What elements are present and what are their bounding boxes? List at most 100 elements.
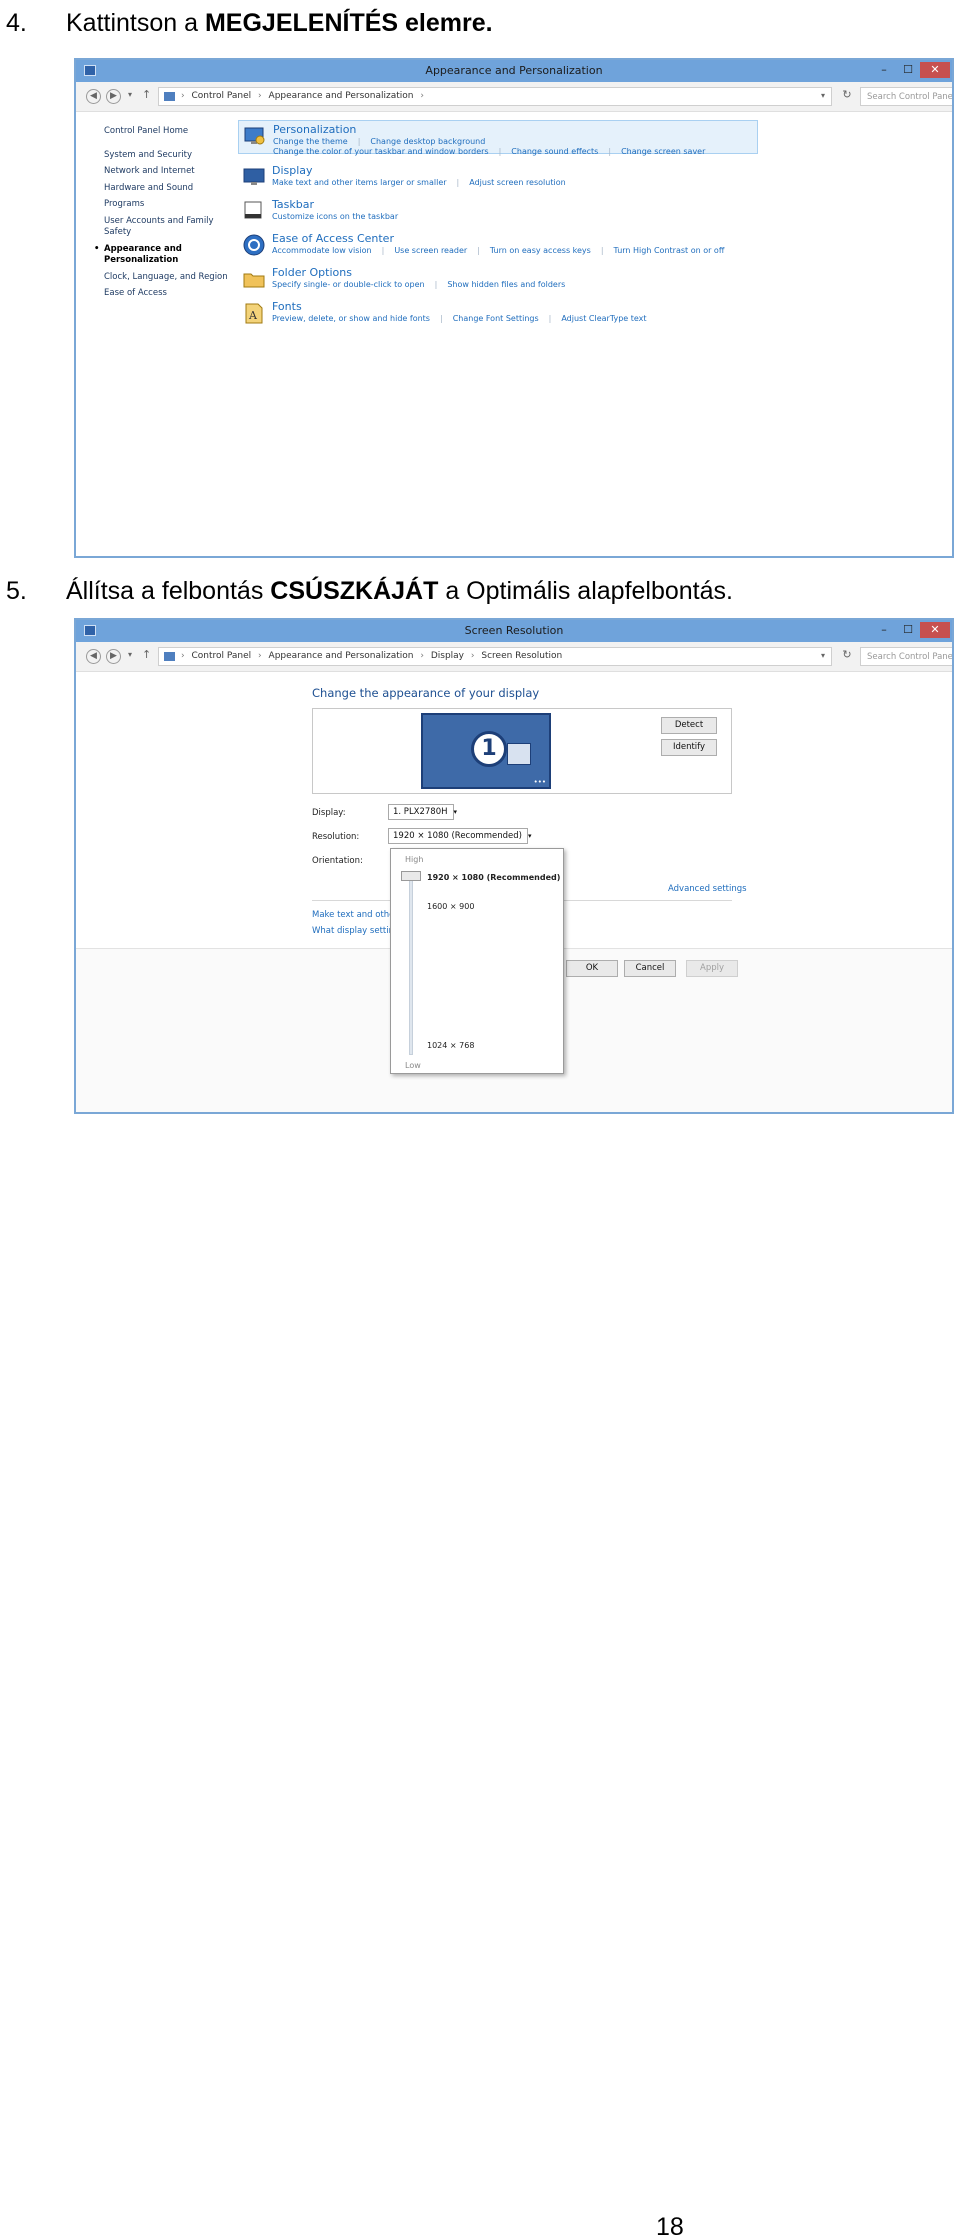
breadcrumb-item[interactable]: Appearance and Personalization xyxy=(269,91,414,101)
category-link[interactable]: Change the theme xyxy=(273,137,348,146)
address-bar: ◀ ▶ ▾ ↑ › Control Panel › Appearance and… xyxy=(76,642,952,672)
category-list: Personalization Change the theme | Change … xyxy=(238,120,758,332)
category-link[interactable]: Adjust ClearType text xyxy=(561,314,646,323)
category-link[interactable]: Show hidden files and folders xyxy=(447,280,565,289)
recent-pages-icon[interactable]: ▾ xyxy=(128,650,132,659)
keypad-icon xyxy=(507,743,531,765)
display-select[interactable]: 1. PLX2780H ▾ xyxy=(388,804,457,820)
display-settings-link[interactable]: What display setting xyxy=(312,926,399,936)
category-folder-options[interactable]: Folder Options Specify single- or double… xyxy=(238,264,758,298)
category-title[interactable]: Fonts xyxy=(272,300,302,313)
ease-of-access-icon xyxy=(243,234,265,256)
nav-control-panel-home[interactable]: Control Panel Home xyxy=(104,126,234,138)
close-button[interactable]: ✕ xyxy=(920,62,950,78)
category-link[interactable]: Specify single- or double-click to open xyxy=(272,280,425,289)
refresh-icon[interactable]: ↻ xyxy=(838,88,856,105)
forward-icon[interactable]: ▶ xyxy=(106,649,121,664)
category-title[interactable]: Folder Options xyxy=(272,266,352,279)
orientation-label: Orientation: xyxy=(312,856,363,866)
step-emphasis: MEGJELENÍTÉS elemre. xyxy=(204,9,493,37)
step-text: Állítsa a felbontás xyxy=(66,577,271,605)
category-link[interactable]: Change desktop background xyxy=(370,137,485,146)
forward-icon[interactable]: ▶ xyxy=(106,89,121,104)
slider-high-label: High xyxy=(405,855,424,864)
category-link[interactable]: Preview, delete, or show and hide fonts xyxy=(272,314,430,323)
breadcrumb[interactable]: › Control Panel › Appearance and Persona… xyxy=(158,647,832,666)
back-icon[interactable]: ◀ xyxy=(86,649,101,664)
category-personalization[interactable]: Personalization Change the theme | Change … xyxy=(238,120,758,156)
nav-programs[interactable]: Programs xyxy=(104,199,234,211)
nav-ease-of-access[interactable]: Ease of Access xyxy=(104,288,234,300)
breadcrumb-item[interactable]: Control Panel xyxy=(191,651,251,661)
category-title[interactable]: Display xyxy=(272,164,313,177)
nav-system-security[interactable]: System and Security xyxy=(104,150,234,162)
resolution-option[interactable]: 1600 × 900 xyxy=(427,902,474,911)
search-input[interactable]: Search Control Panel ⚲ xyxy=(860,87,952,106)
advanced-settings-link[interactable]: Advanced settings xyxy=(668,884,747,894)
resolution-select[interactable]: 1920 × 1080 (Recommended) ▾ xyxy=(388,828,531,844)
nav-clock-language-region[interactable]: Clock, Language, and Region xyxy=(104,272,234,284)
minimize-button[interactable]: – xyxy=(874,62,894,78)
up-icon[interactable]: ↑ xyxy=(142,88,151,101)
taskbar-icon xyxy=(244,201,262,219)
category-taskbar[interactable]: Taskbar Customize icons on the taskbar xyxy=(238,196,758,230)
step-4-instruction: 4. Kattintson a MEGJELENÍTÉS elemre. xyxy=(6,8,493,38)
ok-button[interactable]: OK xyxy=(566,960,618,977)
close-button[interactable]: ✕ xyxy=(920,622,950,638)
breadcrumb-item[interactable]: Screen Resolution xyxy=(481,651,562,661)
apply-button[interactable]: Apply xyxy=(686,960,738,977)
resolution-option[interactable]: 1920 × 1080 (Recommended) xyxy=(427,873,560,882)
breadcrumb-item[interactable]: Display xyxy=(431,651,464,661)
category-ease-of-access[interactable]: Ease of Access Center Accommodate low vi… xyxy=(238,230,758,264)
breadcrumb-item[interactable]: Control Panel xyxy=(191,91,251,101)
category-display[interactable]: Display Make text and other items larger… xyxy=(238,162,758,196)
recent-pages-icon[interactable]: ▾ xyxy=(128,90,132,99)
category-link[interactable]: Customize icons on the taskbar xyxy=(272,212,398,221)
title-bar: Screen Resolution – ☐ ✕ xyxy=(76,620,952,642)
text-size-link[interactable]: Make text and other xyxy=(312,910,398,920)
minimize-button[interactable]: – xyxy=(874,622,894,638)
category-link[interactable]: Change sound effects xyxy=(511,147,598,156)
back-icon[interactable]: ◀ xyxy=(86,89,101,104)
category-link[interactable]: Make text and other items larger or smal… xyxy=(272,178,447,187)
identify-button[interactable]: Identify xyxy=(661,739,717,756)
breadcrumb[interactable]: › Control Panel › Appearance and Persona… xyxy=(158,87,832,106)
nav-appearance-personalization[interactable]: Appearance and Personalization xyxy=(94,244,188,267)
nav-user-accounts[interactable]: User Accounts and Family Safety xyxy=(104,216,216,239)
refresh-icon[interactable]: ↻ xyxy=(838,648,856,665)
chevron-down-icon[interactable]: ▾ xyxy=(821,91,825,100)
category-link[interactable]: Change screen saver xyxy=(621,147,705,156)
breadcrumb-item[interactable]: Appearance and Personalization xyxy=(269,651,414,661)
monitor-number: 1 xyxy=(471,731,507,767)
category-title[interactable]: Personalization xyxy=(273,123,356,136)
chevron-down-icon[interactable]: ▾ xyxy=(821,651,825,660)
category-title[interactable]: Ease of Access Center xyxy=(272,232,394,245)
nav-network-internet[interactable]: Network and Internet xyxy=(104,166,234,178)
category-link[interactable]: Turn High Contrast on or off xyxy=(614,246,725,255)
display-preview: 1 ••• Detect Identify xyxy=(312,708,732,794)
maximize-button[interactable]: ☐ xyxy=(898,62,918,78)
screen-resolution-window: Screen Resolution – ☐ ✕ ◀ ▶ ▾ ↑ › Contro… xyxy=(74,618,954,1114)
resolution-option[interactable]: 1024 × 768 xyxy=(427,1041,474,1050)
up-icon[interactable]: ↑ xyxy=(142,648,151,661)
search-input[interactable]: Search Control Panel ⚲ xyxy=(860,647,952,666)
more-icon: ••• xyxy=(533,778,546,786)
resolution-slider-track[interactable] xyxy=(409,875,413,1055)
category-link[interactable]: Use screen reader xyxy=(394,246,467,255)
maximize-button[interactable]: ☐ xyxy=(898,622,918,638)
chevron-down-icon: ▾ xyxy=(527,832,532,840)
category-title[interactable]: Taskbar xyxy=(272,198,314,211)
resolution-slider-thumb[interactable] xyxy=(401,871,421,881)
category-link[interactable]: Turn on easy access keys xyxy=(490,246,591,255)
fonts-icon: A xyxy=(245,303,263,324)
nav-hardware-sound[interactable]: Hardware and Sound xyxy=(104,183,234,195)
category-link[interactable]: Change the color of your taskbar and win… xyxy=(273,147,489,156)
monitor-icon[interactable]: 1 ••• xyxy=(421,713,551,789)
category-link[interactable]: Accommodate low vision xyxy=(272,246,372,255)
category-link[interactable]: Adjust screen resolution xyxy=(469,178,565,187)
cancel-button[interactable]: Cancel xyxy=(624,960,676,977)
svg-text:A: A xyxy=(248,309,258,322)
detect-button[interactable]: Detect xyxy=(661,717,717,734)
category-fonts[interactable]: A Fonts Preview, delete, or show and hid… xyxy=(238,298,758,332)
category-link[interactable]: Change Font Settings xyxy=(453,314,539,323)
